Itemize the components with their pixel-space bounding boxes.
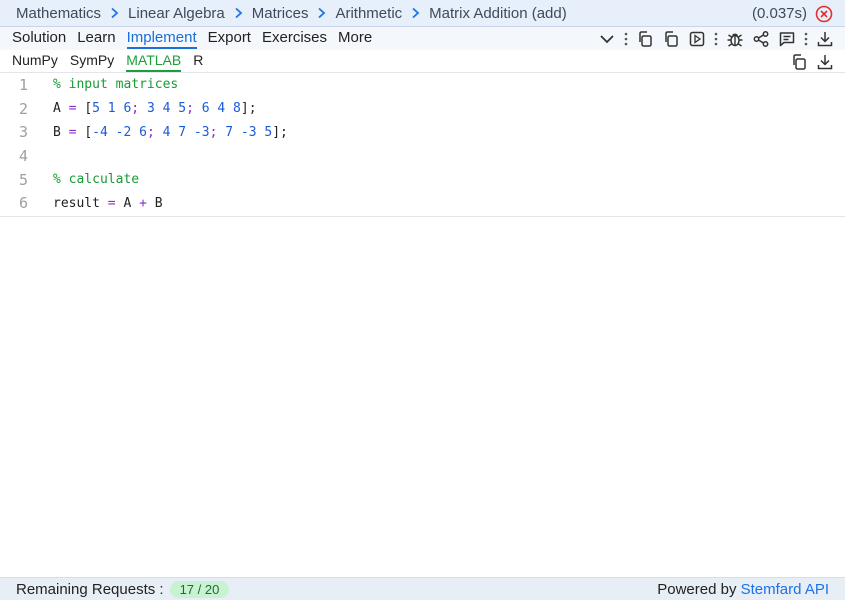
- powered-by-label: Powered by: [657, 581, 737, 598]
- code-num: 4 7 -3: [162, 124, 210, 140]
- main-tabs: Solution Learn Implement Export Exercise…: [0, 27, 845, 50]
- timing-label: (0.037s): [751, 5, 807, 22]
- close-icon[interactable]: [815, 5, 833, 23]
- code-num: -4 -2 6: [92, 124, 147, 140]
- chevron-right-icon: [317, 7, 326, 19]
- line-number: 6: [18, 194, 28, 213]
- code-sep: ;: [131, 101, 140, 117]
- more-vert-icon[interactable]: [623, 29, 629, 49]
- code-var: B: [53, 124, 61, 140]
- run-icon[interactable]: [687, 29, 707, 49]
- code-punc: [: [84, 101, 93, 117]
- powered-by: Powered by Stemfard API: [657, 581, 829, 598]
- line-number: 5: [18, 170, 28, 189]
- tab-solution[interactable]: Solution: [12, 27, 66, 47]
- code-comment: % calculate: [53, 172, 140, 188]
- more-vert-icon[interactable]: [713, 29, 719, 49]
- subtab-matlab[interactable]: MATLAB: [126, 50, 182, 72]
- download-icon[interactable]: [815, 52, 835, 72]
- breadcrumb-mathematics[interactable]: Mathematics: [16, 5, 101, 22]
- code-line: 3 B = [-4 -2 6; 4 7 -3; 7 -3 5];: [0, 120, 845, 144]
- comment-icon[interactable]: [777, 29, 797, 49]
- code-line: 6 result = A + B: [0, 191, 845, 215]
- copy-icon[interactable]: [661, 29, 681, 49]
- language-tabs: NumPy SymPy MATLAB R: [0, 50, 845, 73]
- stemfard-api-link[interactable]: Stemfard API: [741, 581, 829, 598]
- tab-more[interactable]: More: [338, 27, 372, 47]
- line-number: 4: [18, 146, 28, 165]
- code-sep: ;: [146, 124, 155, 140]
- chevron-right-icon: [110, 7, 119, 19]
- code-op: =: [68, 101, 77, 117]
- code-var: A: [53, 101, 61, 117]
- code-num: 6 4 8: [201, 101, 241, 117]
- line-number: 3: [18, 123, 28, 142]
- chevron-right-icon: [411, 7, 420, 19]
- code-line: 1 % input matrices: [0, 73, 845, 97]
- remaining-requests-badge: 17 / 20: [169, 580, 230, 598]
- tab-export[interactable]: Export: [208, 27, 251, 47]
- code-op: +: [139, 195, 147, 211]
- code-punc: ];: [272, 124, 288, 140]
- breadcrumb-matrices[interactable]: Matrices: [252, 5, 309, 22]
- breadcrumb: Mathematics Linear Algebra Matrices Arit…: [0, 0, 845, 27]
- copy-icon[interactable]: [789, 52, 809, 72]
- subtab-numpy[interactable]: NumPy: [12, 50, 58, 70]
- more-vert-icon[interactable]: [803, 29, 809, 49]
- subtab-r[interactable]: R: [193, 50, 203, 70]
- code-num: 5 1 6: [92, 101, 132, 117]
- code-var: A: [123, 195, 132, 211]
- subtab-sympy[interactable]: SymPy: [70, 50, 114, 70]
- code-var: result: [53, 195, 100, 211]
- download-icon[interactable]: [815, 29, 835, 49]
- code-comment: % input matrices: [53, 77, 179, 93]
- toolbar-icons: [591, 29, 835, 49]
- code-punc: [: [84, 124, 93, 140]
- line-number: 2: [18, 99, 28, 118]
- code-num: 7 -3 5: [225, 124, 273, 140]
- share-icon[interactable]: [751, 29, 771, 49]
- code-line: 4: [0, 144, 845, 168]
- tab-learn[interactable]: Learn: [77, 27, 115, 47]
- code-sep: ;: [186, 101, 194, 117]
- remaining-requests-label: Remaining Requests :: [16, 580, 164, 598]
- code-op: =: [107, 195, 116, 211]
- code-op: =: [68, 124, 77, 140]
- code-punc: ];: [240, 101, 257, 117]
- tab-exercises[interactable]: Exercises: [262, 27, 327, 47]
- breadcrumb-matrix-addition: Matrix Addition (add): [429, 4, 567, 22]
- code-var: B: [154, 195, 163, 211]
- tab-implement[interactable]: Implement: [126, 27, 197, 49]
- chevron-down-icon[interactable]: [597, 29, 617, 49]
- code-num: 3 4 5: [146, 101, 187, 117]
- code-editor[interactable]: 1 % input matrices 2 A = [5 1 6; 3 4 5; …: [0, 73, 845, 217]
- copy-icon[interactable]: [635, 29, 655, 49]
- bug-icon[interactable]: [725, 29, 745, 49]
- code-line: 5 % calculate: [0, 168, 845, 192]
- chevron-right-icon: [234, 7, 243, 19]
- breadcrumb-linear-algebra[interactable]: Linear Algebra: [128, 5, 225, 22]
- line-number: 1: [18, 75, 28, 94]
- status-bar: Remaining Requests : 17 / 20 Powered by …: [0, 577, 845, 600]
- code-sep: ;: [209, 124, 218, 140]
- code-line: 2 A = [5 1 6; 3 4 5; 6 4 8];: [0, 97, 845, 121]
- breadcrumb-arithmetic[interactable]: Arithmetic: [335, 5, 402, 22]
- code-actions: [783, 52, 835, 72]
